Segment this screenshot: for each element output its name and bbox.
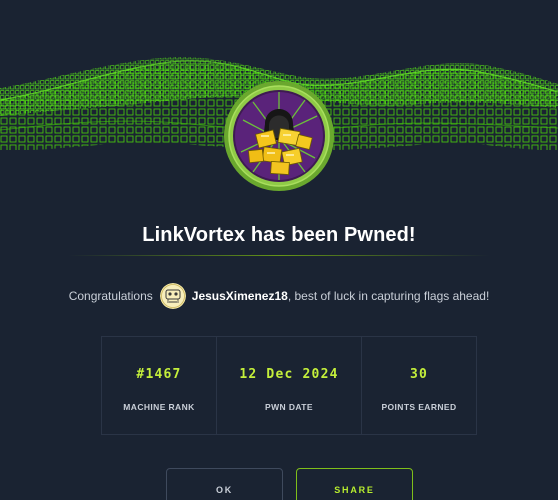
stat-points-earned: 30 POINTS EARNED bbox=[361, 337, 476, 434]
stats-panel: #1467 MACHINE RANK 12 Dec 2024 PWN DATE … bbox=[101, 336, 477, 435]
username-link[interactable]: JesusXimenez18 bbox=[192, 289, 288, 303]
congrats-message: Congratulations JesusXimenez18 , best of… bbox=[0, 283, 558, 309]
stat-label: MACHINE RANK bbox=[123, 402, 195, 412]
stat-machine-rank: #1467 MACHINE RANK bbox=[102, 337, 216, 434]
share-button[interactable]: SHARE bbox=[296, 468, 413, 500]
congrats-prefix: Congratulations bbox=[68, 289, 153, 303]
page-title: LinkVortex has been Pwned! bbox=[142, 224, 416, 246]
stat-label: POINTS EARNED bbox=[381, 402, 457, 412]
congrats-suffix: , best of luck in capturing flags ahead! bbox=[287, 289, 490, 303]
machine-badge-icon bbox=[224, 81, 334, 191]
user-avatar-icon[interactable] bbox=[159, 283, 186, 309]
stat-value: 30 bbox=[409, 367, 429, 382]
ok-button[interactable]: OK bbox=[166, 468, 283, 500]
stat-pwn-date: 12 Dec 2024 PWN DATE bbox=[216, 337, 361, 434]
stat-value: #1467 bbox=[136, 367, 182, 382]
stat-value: 12 Dec 2024 bbox=[239, 367, 339, 382]
stat-label: PWN DATE bbox=[265, 402, 313, 412]
title-divider bbox=[68, 255, 490, 256]
pwned-dialog: LinkVortex has been Pwned! Congratulatio… bbox=[0, 0, 558, 500]
